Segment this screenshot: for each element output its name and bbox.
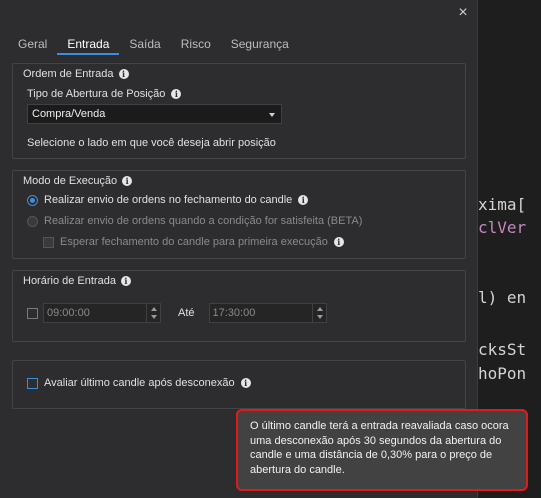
modo-option-3[interactable]: Esperar fechamento do candle para primei… [43,236,344,248]
horario-row: 09:00:00 Até 17:30:00 [27,303,327,323]
start-time-spinner[interactable] [146,304,160,322]
group-ordem-entrada: Ordem de Entrada i Tipo de Abertura de P… [12,63,466,159]
checkbox-avaliar-ultimo-candle[interactable] [27,377,38,389]
info-icon[interactable]: i [333,237,344,247]
group-title: Horário de Entrada i [23,275,131,287]
end-time-input[interactable]: 17:30:00 [208,303,327,323]
code-line: xima[ [478,195,527,214]
tab-entrada[interactable]: Entrada [57,33,120,55]
until-label: Até [178,307,195,319]
spin-up-icon[interactable] [316,307,323,311]
tab-risco[interactable]: Risco [171,33,221,55]
tooltip: O último candle terá a entrada reavaliad… [236,409,528,491]
code-line: cksSt [478,340,527,359]
info-icon[interactable]: i [120,276,131,286]
close-icon[interactable]: × [454,4,472,22]
spin-down-icon[interactable] [316,315,323,319]
start-time-value: 09:00:00 [47,307,90,319]
spin-down-icon[interactable] [151,315,157,319]
tipo-abertura-row: Tipo de Abertura de Posição i [27,88,182,100]
group-title-text: Horário de Entrada [23,275,116,287]
code-line: clVer [478,218,527,237]
tipo-abertura-select[interactable]: Compra/Venda [27,104,282,124]
reconnect-row[interactable]: Avaliar último candle após desconexão i [27,377,251,389]
info-icon[interactable]: i [122,176,133,186]
group-title: Modo de Execução i [23,175,133,187]
checkbox-horario[interactable] [27,307,38,319]
tab-saida[interactable]: Saída [119,33,170,55]
tipo-abertura-label: Tipo de Abertura de Posição [27,88,166,100]
option-label: Realizar envio de ordens no fechamento d… [44,194,293,206]
group-modo-execucao: Modo de Execução i Realizar envio de ord… [12,170,466,259]
group-title-text: Modo de Execução [23,175,118,187]
tab-seguranca[interactable]: Segurança [221,33,299,55]
group-title: Ordem de Entrada i [23,68,129,80]
modo-option-1[interactable]: Realizar envio de ordens no fechamento d… [27,194,309,206]
tab-bar: Geral Entrada Saída Risco Segurança [8,33,468,55]
info-icon[interactable]: i [298,195,309,205]
checkbox-esperar-fechamento[interactable] [43,236,54,248]
code-line: l) en [478,288,527,307]
option-label: Esperar fechamento do candle para primei… [60,236,328,248]
info-icon[interactable]: i [240,378,251,388]
tipo-abertura-value: Compra/Venda [32,108,106,120]
code-line: hoPon [478,364,527,383]
end-time-value: 17:30:00 [212,307,256,319]
radio-fechamento-candle[interactable] [27,194,38,206]
reconnect-label: Avaliar último candle após desconexão [44,377,235,389]
group-title-text: Ordem de Entrada [23,68,114,80]
group-horario-entrada: Horário de Entrada i 09:00:00 Até 17:30:… [12,270,466,342]
helper-text: Selecione o lado em que você deseja abri… [27,137,276,149]
spin-up-icon[interactable] [151,307,157,311]
tab-geral[interactable]: Geral [8,33,57,55]
radio-condicao-satisfeita[interactable] [27,215,38,227]
tooltip-text: O último candle terá a entrada reavaliad… [250,420,509,476]
end-time-spinner[interactable] [311,304,326,322]
helper-row: Selecione o lado em que você deseja abri… [27,137,276,149]
info-icon[interactable]: i [171,89,182,99]
modo-option-2[interactable]: Realizar envio de ordens quando a condiç… [27,215,362,227]
info-icon[interactable]: i [118,69,129,79]
group-reconexao: Avaliar último candle após desconexão i [12,360,466,409]
chevron-down-icon [269,113,275,117]
option-label: Realizar envio de ordens quando a condiç… [44,215,363,227]
start-time-input[interactable]: 09:00:00 [43,303,161,323]
